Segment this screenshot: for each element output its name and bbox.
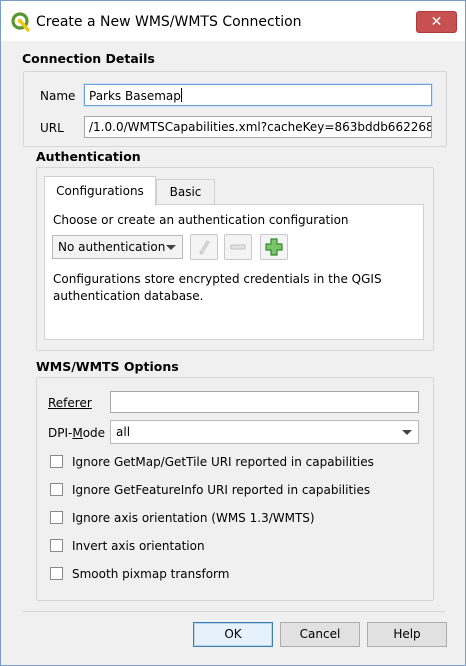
divider — [23, 611, 445, 612]
help-button[interactable]: Help — [367, 622, 447, 647]
window-title: Create a New WMS/WMTS Connection — [36, 14, 302, 30]
invert-axis-orientation-label: Invert axis orientation — [72, 539, 205, 553]
ok-button[interactable]: OK — [193, 622, 273, 647]
plus-icon — [265, 238, 283, 256]
dpi-mode-label: DPI-Mode — [48, 426, 106, 440]
url-input[interactable]: /1.0.0/WMTSCapabilities.xml?cacheKey=863… — [84, 116, 432, 138]
name-input[interactable]: Parks Basemap — [84, 84, 432, 106]
url-label: URL — [40, 121, 64, 135]
invert-axis-orientation-checkbox[interactable] — [50, 539, 63, 552]
name-value: Parks Basemap — [89, 89, 181, 103]
ignore-axis-orientation-checkbox[interactable] — [50, 511, 63, 524]
referer-label: Referer — [48, 396, 92, 410]
auth-note-line1: Configurations store encrypted credentia… — [53, 272, 382, 286]
add-config-button[interactable] — [260, 234, 288, 260]
chevron-down-icon — [402, 430, 412, 435]
edit-config-button[interactable] — [190, 234, 218, 260]
close-icon: ✕ — [430, 14, 443, 30]
referer-input[interactable] — [110, 391, 419, 413]
chevron-down-icon — [166, 245, 176, 250]
smooth-pixmap-label: Smooth pixmap transform — [72, 567, 230, 581]
ignore-getfeatureinfo-uri-checkbox[interactable] — [50, 483, 63, 496]
auth-config-select[interactable]: No authentication — [52, 235, 183, 259]
auth-config-prompt: Choose or create an authentication confi… — [53, 213, 349, 227]
ignore-getmap-uri-checkbox[interactable] — [50, 455, 63, 468]
pencil-icon — [199, 240, 210, 255]
connection-details-heading: Connection Details — [22, 51, 155, 66]
dialog-window: Create a New WMS/WMTS Connection ✕ Conne… — [0, 0, 466, 666]
smooth-pixmap-checkbox[interactable] — [50, 567, 63, 580]
dpi-mode-select[interactable]: all — [110, 420, 419, 444]
text-caret — [180, 88, 182, 102]
tab-basic[interactable]: Basic — [156, 179, 215, 205]
wms-options-heading: WMS/WMTS Options — [36, 359, 179, 374]
ignore-getfeatureinfo-uri-label: Ignore GetFeatureInfo URI reported in ca… — [72, 483, 371, 497]
close-button[interactable]: ✕ — [416, 11, 457, 33]
authentication-heading: Authentication — [36, 149, 141, 164]
tab-configurations[interactable]: Configurations — [44, 176, 156, 206]
ignore-getmap-uri-label: Ignore GetMap/GetTile URI reported in ca… — [72, 455, 374, 469]
cancel-button[interactable]: Cancel — [280, 622, 360, 647]
url-value: /1.0.0/WMTSCapabilities.xml?cacheKey=863… — [89, 120, 432, 134]
tab-configurations-label: Configurations — [56, 184, 144, 198]
name-label: Name — [40, 89, 76, 103]
auth-config-value: No authentication — [58, 240, 166, 254]
ignore-axis-orientation-label: Ignore axis orientation (WMS 1.3/WMTS) — [72, 511, 315, 525]
remove-config-button[interactable] — [224, 234, 252, 260]
title-bar[interactable]: Create a New WMS/WMTS Connection ✕ — [1, 1, 465, 41]
dpi-mode-value: all — [116, 425, 131, 439]
minus-icon — [230, 244, 246, 250]
auth-note-line2: authentication database. — [53, 289, 204, 303]
tab-basic-label: Basic — [169, 185, 202, 199]
qgis-logo-icon — [11, 12, 30, 32]
